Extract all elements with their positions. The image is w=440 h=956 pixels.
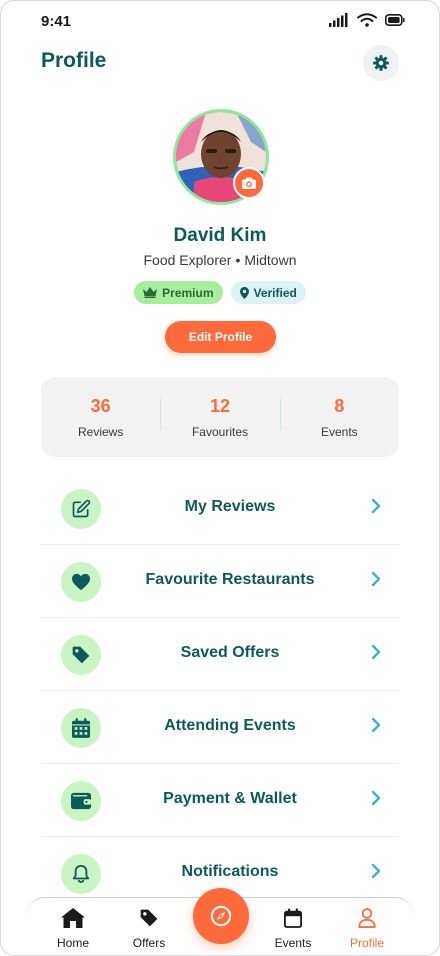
tab-profile[interactable]: Profile [337,908,397,950]
settings-button[interactable] [363,45,399,81]
tab-events[interactable]: Events [263,908,323,950]
menu-icon-badge [61,781,101,821]
user-name: David Kim [173,225,267,246]
heart-icon [72,573,90,591]
menu-item-saved-offers[interactable]: Saved Offers [41,618,399,691]
gear-icon [373,55,389,71]
status-bar: 9:41 [1,1,439,43]
stat-label: Favourites [191,424,248,439]
edit-profile-button[interactable]: Edit Profile [165,321,276,353]
menu-icon-badge [61,635,101,675]
menu-item-label: Saved Offers [180,644,280,661]
stat-value: 36 [90,395,111,416]
compass-icon [210,905,232,927]
verified-badge-label: Verified [253,285,297,300]
location-pin-icon [239,286,249,299]
page-title: Profile [41,49,107,72]
crown-icon [143,287,158,298]
stats-card: 36 Reviews 12 Favourites 8 Events [41,377,399,457]
menu-icon-badge [61,708,101,748]
phone-frame: 9:41 Profile David Kim Food Explorer • M… [0,0,440,956]
user-role: Food Explorer [143,252,232,268]
tab-offers[interactable]: Offers [119,908,179,950]
menu-item-label: Notifications [181,863,279,880]
menu-item-label: Attending Events [164,717,296,734]
menu-icon-badge [61,562,101,602]
wifi-icon [357,13,377,27]
stat-value: 8 [334,395,345,416]
avatar-container [173,109,269,205]
battery-icon [385,14,405,26]
menu-icon-badge [61,489,101,529]
user-location: Midtown [244,252,297,268]
stat-label: Events [320,424,358,439]
change-photo-button[interactable] [233,167,265,199]
tab-home[interactable]: Home [43,908,103,950]
premium-badge-label: Premium [162,285,214,300]
stat-events[interactable]: 8 Events [279,395,399,439]
chevron-right-icon [371,498,381,514]
stat-value: 12 [209,395,230,416]
stat-reviews[interactable]: 36 Reviews [41,396,160,439]
edit-icon [72,499,91,518]
calendar-icon [284,908,302,928]
menu-item-my-reviews[interactable]: My Reviews [41,472,399,545]
separator-dot: • [235,252,241,268]
chevron-right-icon [371,571,381,587]
tab-label: Profile [349,936,384,950]
camera-icon [242,177,256,189]
menu-item-label: Payment & Wallet [163,790,297,807]
status-icons [329,13,405,27]
verified-badge: Verified [230,281,306,304]
home-icon [61,908,85,928]
chevron-right-icon [371,790,381,806]
user-icon [358,908,376,928]
menu-item-favourite-restaurants[interactable]: Favourite Restaurants [41,545,399,618]
tag-icon [72,646,90,664]
tab-explore[interactable] [193,888,249,944]
menu-icon-badge [61,854,101,894]
chevron-right-icon [371,717,381,733]
stat-label: Reviews [77,424,124,439]
status-time: 9:41 [41,13,72,30]
chevron-right-icon [371,644,381,660]
wallet-icon [71,792,91,810]
calendar-icon [72,718,90,738]
stat-favourites[interactable]: 12 Favourites [160,396,279,439]
menu-item-attending-events[interactable]: Attending Events [41,691,399,764]
tab-label: Offers [132,936,166,950]
chevron-right-icon [371,863,381,879]
menu-item-label: Favourite Restaurants [145,571,315,588]
tag-icon [140,909,158,927]
badge-row: Premium Verified [1,281,439,304]
tab-label: Home [56,936,89,950]
profile-menu: My Reviews Favourite Restaurants Saved O… [41,472,399,910]
menu-item-label: My Reviews [184,498,276,515]
menu-item-payment-wallet[interactable]: Payment & Wallet [41,764,399,837]
premium-badge: Premium [134,281,223,304]
bell-icon [72,865,90,883]
bottom-tab-bar: Home Offers Events Profile [27,888,413,955]
tab-label: Events [274,936,312,950]
signal-icon [329,13,348,27]
user-subtitle: Food Explorer • Midtown [1,252,439,268]
